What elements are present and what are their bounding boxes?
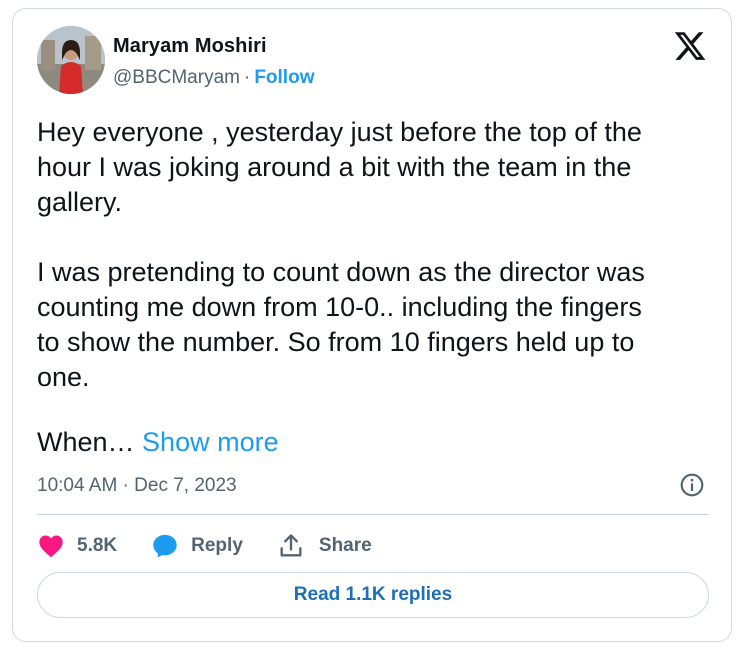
- info-icon[interactable]: [679, 472, 705, 498]
- show-more-link[interactable]: Show more: [142, 427, 279, 457]
- reply-label: Reply: [191, 535, 243, 556]
- share-button[interactable]: Share: [277, 532, 372, 560]
- x-logo-icon[interactable]: [673, 29, 707, 63]
- tweet-text-truncated: When…: [37, 427, 143, 457]
- share-upload-icon: [280, 534, 302, 557]
- author-handle-line: @BBCMaryam · Follow: [113, 67, 314, 89]
- share-label: Share: [318, 535, 372, 556]
- author-handle[interactable]: @BBCMaryam: [113, 67, 240, 88]
- tweet-timestamp[interactable]: 10:04 AM · Dec 7, 2023: [37, 475, 237, 497]
- like-count: 5.8K: [77, 535, 118, 556]
- tweet-text-truncated-line: When… Show more: [37, 425, 279, 460]
- heart-icon: [39, 535, 63, 558]
- speech-bubble-icon: [153, 534, 177, 558]
- divider: [37, 514, 709, 515]
- read-replies-button[interactable]: Read 1.1K replies: [37, 572, 709, 618]
- author-name[interactable]: Maryam Moshiri: [113, 35, 267, 58]
- action-bar: 5.8K Reply Share: [37, 529, 406, 563]
- reply-button[interactable]: Reply: [151, 532, 243, 560]
- like-button[interactable]: 5.8K: [37, 532, 117, 560]
- handle-separator: ·: [243, 67, 251, 88]
- avatar[interactable]: [37, 26, 105, 94]
- tweet-card: Maryam Moshiri @BBCMaryam · Follow Hey eve…: [12, 8, 732, 642]
- follow-button[interactable]: Follow: [254, 67, 314, 88]
- tweet-text: Hey everyone , yesterday just before the…: [37, 117, 645, 392]
